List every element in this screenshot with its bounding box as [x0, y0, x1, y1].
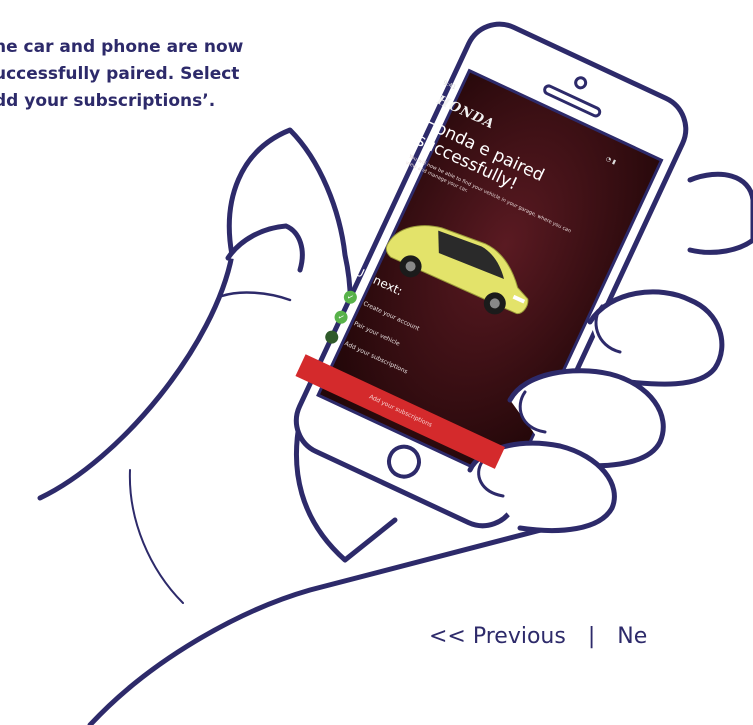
check-icon: ✓ — [332, 308, 350, 326]
tutorial-stage: he car and phone are now uccessfully pai… — [0, 0, 753, 725]
pagination: << Previous | Ne — [429, 624, 647, 649]
status-time: 9:41 — [441, 79, 458, 92]
check-icon: ✓ — [341, 288, 360, 306]
pager-separator: | — [587, 624, 596, 649]
finger-top — [687, 171, 753, 255]
battery-icon: ◔ ▮ — [604, 155, 618, 166]
previous-link[interactable]: << Previous — [429, 624, 566, 649]
pending-circle-icon — [323, 328, 341, 346]
finger-2 — [587, 289, 725, 387]
next-link[interactable]: Ne — [617, 624, 647, 649]
